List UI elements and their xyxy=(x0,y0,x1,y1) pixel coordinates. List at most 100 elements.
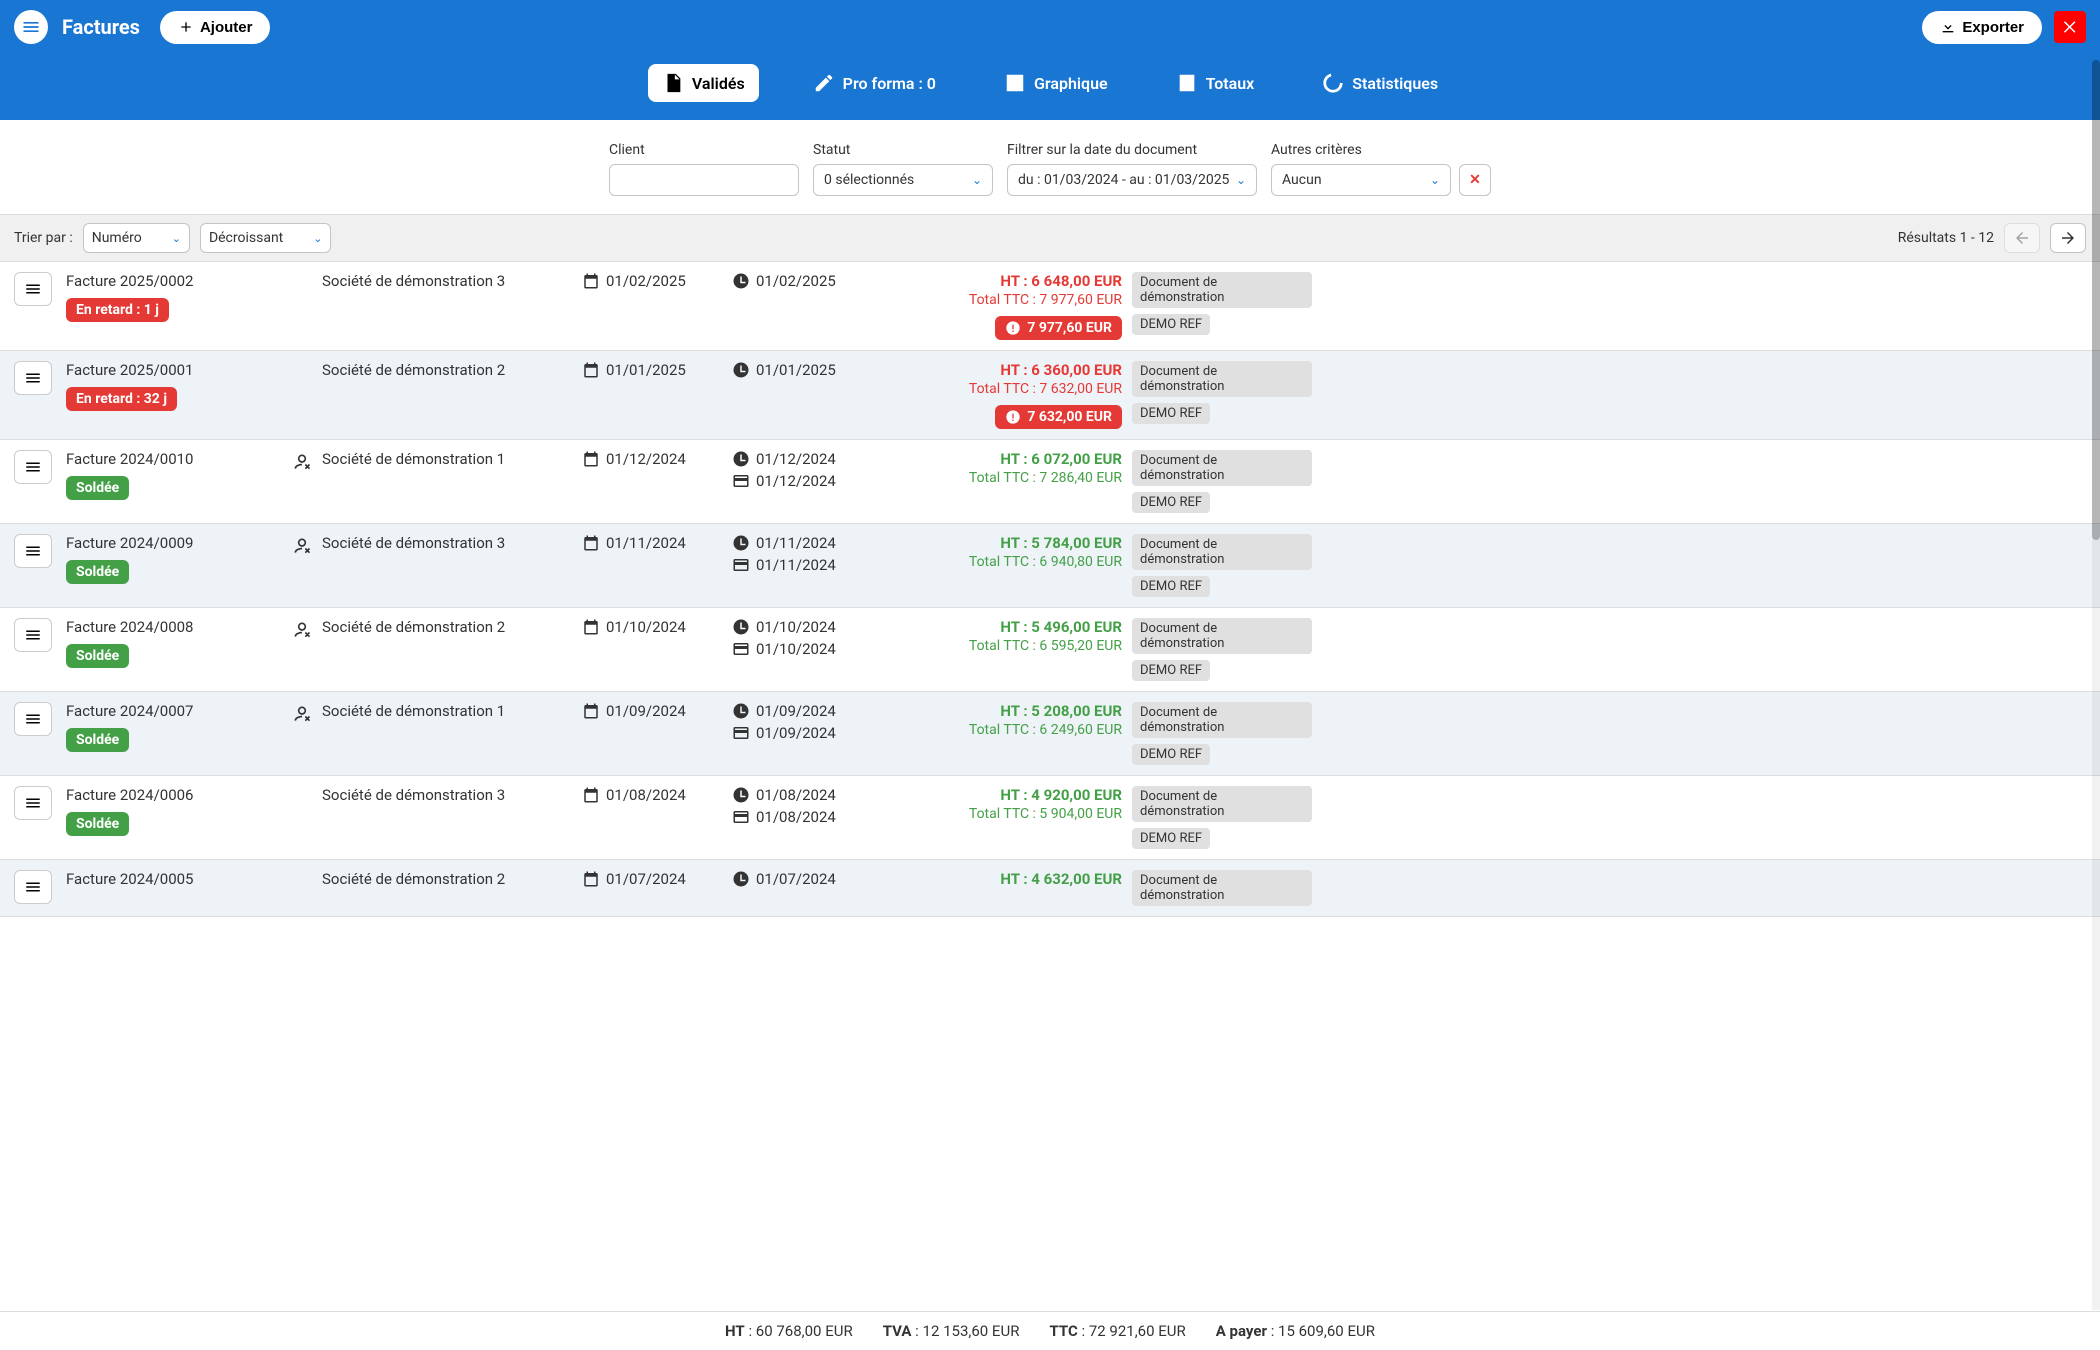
clock-icon xyxy=(732,870,750,888)
close-button[interactable] xyxy=(2054,11,2086,43)
sort-field-select[interactable]: Numéro ⌄ xyxy=(83,223,190,253)
footer-ht: HT : 60 768,00 EUR xyxy=(725,1322,853,1340)
status-badge: Soldée xyxy=(66,812,129,836)
tab-valides[interactable]: Validés xyxy=(648,64,759,102)
document-date: 01/02/2025 xyxy=(582,272,686,290)
due-date: 01/10/2024 xyxy=(732,618,882,636)
hamburger-icon xyxy=(24,626,42,644)
next-page-button[interactable] xyxy=(2050,223,2086,253)
amount-ht: HT : 6 648,00 EUR xyxy=(882,272,1122,290)
credit-card-icon xyxy=(732,556,750,574)
hamburger-icon xyxy=(24,458,42,476)
due-date: 01/07/2024 xyxy=(732,870,882,888)
filter-statut-label: Statut xyxy=(813,142,993,158)
table-row: Facture 2025/0002 En retard : 1 j Sociét… xyxy=(0,262,2100,351)
row-menu-button[interactable] xyxy=(14,534,52,568)
amount-ttc: Total TTC : 7 977,60 EUR xyxy=(882,292,1122,308)
filter-statut-select[interactable]: 0 sélectionnés ⌄ xyxy=(813,164,993,196)
filter-autres-select[interactable]: Aucun ⌄ xyxy=(1271,164,1451,196)
table-row: Facture 2024/0005 Société de démonstrati… xyxy=(0,860,2100,917)
filter-date-label: Filtrer sur la date du document xyxy=(1007,142,1257,158)
document-tag: Document de démonstration xyxy=(1132,702,1312,738)
reference-tag: DEMO REF xyxy=(1132,660,1210,681)
add-button[interactable]: Ajouter xyxy=(160,11,271,44)
tab-stats[interactable]: Statistiques xyxy=(1308,64,1452,102)
download-icon xyxy=(1940,19,1956,35)
amount-ht: HT : 6 360,00 EUR xyxy=(882,361,1122,379)
client-name: Société de démonstration 1 xyxy=(322,702,582,720)
document-date: 01/08/2024 xyxy=(582,786,686,804)
sort-direction-select[interactable]: Décroissant ⌄ xyxy=(200,223,332,253)
tab-proforma[interactable]: Pro forma : 0 xyxy=(799,64,950,102)
row-menu-button[interactable] xyxy=(14,450,52,484)
invoice-name: Facture 2024/0006 xyxy=(66,786,322,804)
table-row: Facture 2024/0010 Soldée Société de démo… xyxy=(0,440,2100,524)
client-name: Société de démonstration 3 xyxy=(322,534,582,552)
tab-stats-label: Statistiques xyxy=(1352,74,1438,93)
credit-card-icon xyxy=(732,472,750,490)
tab-totaux-label: Totaux xyxy=(1206,74,1255,93)
row-menu-button[interactable] xyxy=(14,618,52,652)
amount-ttc: Total TTC : 6 940,80 EUR xyxy=(882,554,1122,570)
table-row: Facture 2024/0009 Soldée Société de démo… xyxy=(0,524,2100,608)
document-tag: Document de démonstration xyxy=(1132,618,1312,654)
document-tag: Document de démonstration xyxy=(1132,534,1312,570)
amount-ht: HT : 5 496,00 EUR xyxy=(882,618,1122,636)
credit-card-icon xyxy=(732,808,750,826)
footer-ttc: TTC : 72 921,60 EUR xyxy=(1049,1322,1185,1340)
amount-ttc: Total TTC : 7 632,00 EUR xyxy=(882,381,1122,397)
calendar-icon xyxy=(582,618,600,636)
hamburger-icon xyxy=(24,542,42,560)
alert-icon xyxy=(1005,409,1021,425)
sort-field-value: Numéro xyxy=(92,230,142,246)
signature-indicator xyxy=(292,704,312,728)
row-menu-button[interactable] xyxy=(14,702,52,736)
amount-ttc: Total TTC : 6 595,20 EUR xyxy=(882,638,1122,654)
amount-ttc: Total TTC : 7 286,40 EUR xyxy=(882,470,1122,486)
close-icon xyxy=(2061,18,2079,36)
amount-ttc: Total TTC : 5 904,00 EUR xyxy=(882,806,1122,822)
clock-icon xyxy=(732,361,750,379)
row-menu-button[interactable] xyxy=(14,272,52,306)
tab-totaux[interactable]: Totaux xyxy=(1162,64,1269,102)
clear-filter-button[interactable]: ✕ xyxy=(1459,164,1491,196)
document-date: 01/01/2025 xyxy=(582,361,686,379)
client-name: Société de démonstration 2 xyxy=(322,361,582,379)
main-menu-button[interactable] xyxy=(14,10,48,44)
chevron-down-icon: ⌄ xyxy=(972,173,982,187)
scrollbar[interactable] xyxy=(2092,60,2100,1310)
prev-page-button[interactable] xyxy=(2004,223,2040,253)
invoice-name: Facture 2025/0001 xyxy=(66,361,322,379)
status-badge: Soldée xyxy=(66,644,129,668)
status-badge: En retard : 1 j xyxy=(66,298,169,322)
payment-date: 01/09/2024 xyxy=(732,724,882,742)
filter-client-label: Client xyxy=(609,142,799,158)
row-menu-button[interactable] xyxy=(14,870,52,904)
document-date: 01/09/2024 xyxy=(582,702,686,720)
clock-icon xyxy=(732,786,750,804)
filter-date-select[interactable]: du : 01/03/2024 - au : 01/03/2025 ⌄ xyxy=(1007,164,1257,196)
arrow-right-icon xyxy=(2059,229,2077,247)
signature-icon xyxy=(292,452,312,472)
filter-client-input[interactable] xyxy=(609,164,799,196)
clock-icon xyxy=(732,534,750,552)
client-name: Société de démonstration 1 xyxy=(322,450,582,468)
footer-apayer: A payer : 15 609,60 EUR xyxy=(1216,1322,1375,1340)
hamburger-icon xyxy=(24,369,42,387)
calendar-icon xyxy=(582,786,600,804)
document-tag: Document de démonstration xyxy=(1132,786,1312,822)
tab-valides-label: Validés xyxy=(692,74,745,93)
row-menu-button[interactable] xyxy=(14,786,52,820)
chevron-down-icon: ⌄ xyxy=(313,232,322,245)
scrollbar-thumb[interactable] xyxy=(2092,60,2100,540)
tab-graphique[interactable]: Graphique xyxy=(990,64,1122,102)
results-text: Résultats 1 - 12 xyxy=(1898,230,1994,246)
hamburger-icon xyxy=(24,710,42,728)
due-date: 01/01/2025 xyxy=(732,361,882,379)
row-menu-button[interactable] xyxy=(14,361,52,395)
invoice-name: Facture 2024/0008 xyxy=(66,618,322,636)
invoice-name: Facture 2025/0002 xyxy=(66,272,322,290)
tab-graphique-label: Graphique xyxy=(1034,74,1108,93)
client-name: Société de démonstration 2 xyxy=(322,870,582,888)
export-button[interactable]: Exporter xyxy=(1922,11,2042,44)
